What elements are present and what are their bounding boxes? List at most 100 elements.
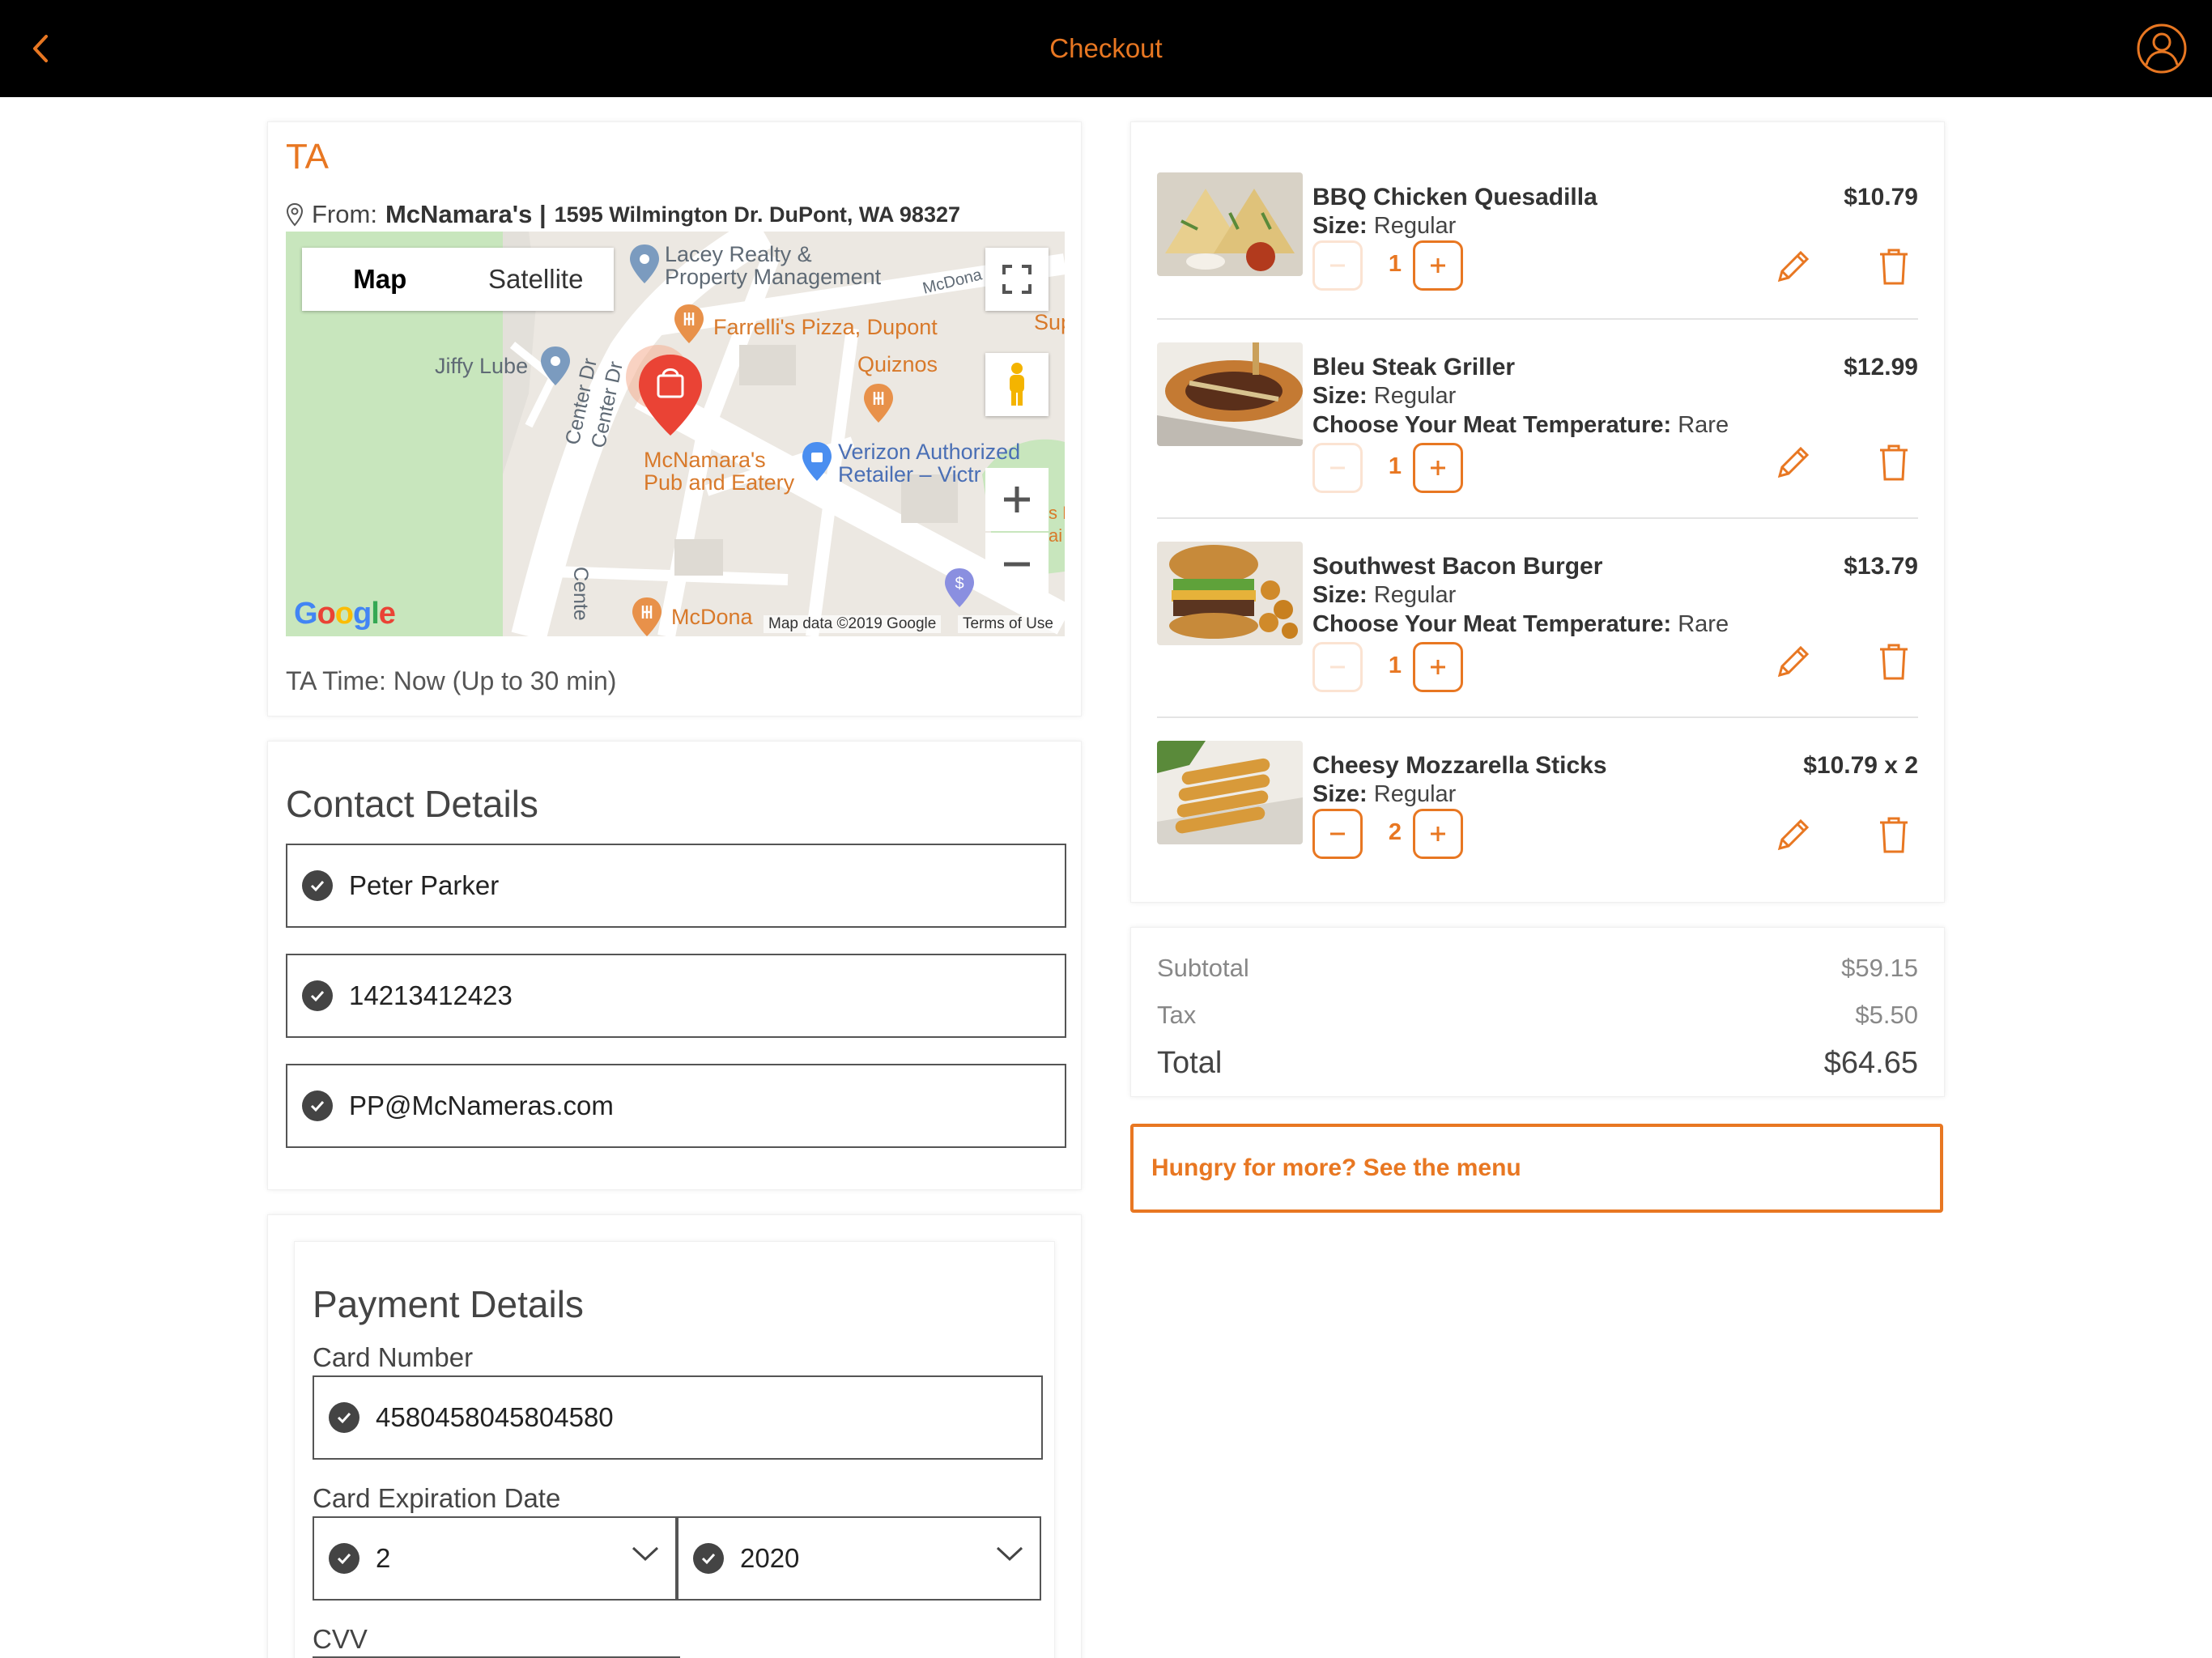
zoom-out-button[interactable]: [985, 533, 1049, 596]
item-image: [1157, 172, 1303, 276]
delete-item-button[interactable]: [1870, 438, 1918, 487]
map-terms-link[interactable]: Terms of Use: [958, 615, 1058, 633]
map-label-mcnamaras: McNamara's: [644, 448, 766, 472]
map-label-sf: s F: [1049, 503, 1065, 523]
map-type-toggle: Map Satellite: [302, 248, 614, 311]
item-name: Cheesy Mozzarella Sticks: [1312, 752, 1607, 779]
mcdonalds-pin-icon: [632, 597, 661, 636]
delete-item-button[interactable]: [1870, 242, 1918, 291]
name-value: Peter Parker: [349, 870, 500, 900]
edit-item-button[interactable]: [1769, 810, 1818, 859]
location-pin-icon: [286, 202, 304, 227]
item-image: [1157, 342, 1303, 446]
minus-icon: [1330, 264, 1345, 267]
edit-item-button[interactable]: [1769, 438, 1818, 487]
increase-qty-button[interactable]: [1413, 240, 1463, 291]
map-tab-map[interactable]: Map: [302, 248, 458, 311]
decrease-qty-button[interactable]: [1312, 240, 1363, 291]
payment-details-card: Payment Details Card Number 458045804580…: [267, 1214, 1082, 1658]
check-circle-icon: [302, 870, 333, 901]
decrease-qty-button[interactable]: [1312, 642, 1363, 692]
check-circle-icon: [693, 1543, 724, 1574]
increase-qty-button[interactable]: [1413, 642, 1463, 692]
realty-pin-icon: [630, 244, 659, 283]
chevron-down-icon: [632, 1546, 659, 1562]
map-label-farrellis: Farrelli's Pizza, Dupont: [713, 315, 938, 339]
email-field[interactable]: PP@McNameras.com: [286, 1064, 1066, 1148]
plus-icon: [1004, 487, 1030, 512]
check-circle-icon: [302, 980, 333, 1011]
item-size: Size: Regular: [1312, 213, 1457, 239]
location-map[interactable]: Map Satellite $ Lacey Realty & Property: [286, 232, 1065, 636]
fullscreen-icon: [1002, 265, 1032, 294]
map-data-credit: Map data ©2019 Google: [764, 615, 942, 633]
contact-details-card: Contact Details Peter Parker 14213412423…: [267, 741, 1082, 1190]
item-divider: [1157, 716, 1918, 718]
subtotal-value: $59.15: [1841, 954, 1918, 982]
item-qty: 1: [1388, 653, 1402, 678]
card-number-label: Card Number: [313, 1342, 474, 1372]
name-field[interactable]: Peter Parker: [286, 844, 1066, 928]
top-bar: Checkout: [0, 0, 2212, 97]
map-label-sup: Sup: [1034, 310, 1065, 334]
farrellis-pin-icon: [674, 304, 704, 343]
quiznos-pin-icon: [864, 384, 893, 423]
delete-item-button[interactable]: [1870, 637, 1918, 686]
item-meat-temperature: Choose Your Meat Temperature: Rare: [1312, 412, 1729, 438]
map-label-verizon-2: Retailer – Victr: [838, 462, 981, 487]
item-image: [1157, 542, 1303, 645]
item-price: $10.79: [1844, 184, 1918, 210]
check-circle-icon: [329, 1543, 359, 1574]
expiry-year-select[interactable]: 2020: [677, 1516, 1041, 1601]
decrease-qty-button[interactable]: [1312, 443, 1363, 493]
trash-icon: [1880, 249, 1908, 285]
tax-value: $5.50: [1855, 1001, 1918, 1029]
order-item: Southwest Bacon Burger Size: Regular Cho…: [1157, 542, 1918, 695]
pickup-location: From: McNamara's | 1595 Wilmington Dr. D…: [286, 200, 960, 229]
map-tab-satellite[interactable]: Satellite: [458, 248, 615, 311]
contact-details-title: Contact Details: [286, 783, 538, 825]
jiffy-lube-pin-icon: [541, 346, 570, 385]
item-divider: [1157, 517, 1918, 519]
map-label-lacey: Lacey Realty &: [665, 242, 812, 266]
email-value: PP@McNameras.com: [349, 1090, 614, 1120]
item-size: Size: Regular: [1312, 781, 1457, 807]
decrease-qty-button[interactable]: [1312, 809, 1363, 859]
map-label-ai: ai: [1049, 525, 1063, 546]
tax-label: Tax: [1157, 1001, 1197, 1029]
trash-icon: [1880, 444, 1908, 481]
edit-item-button[interactable]: [1769, 242, 1818, 291]
svg-text:$: $: [955, 575, 963, 593]
item-image: [1157, 741, 1303, 844]
order-item: Bleu Steak Griller Size: Regular Choose …: [1157, 342, 1918, 496]
item-size: Size: Regular: [1312, 582, 1457, 608]
minus-icon: [1330, 832, 1345, 835]
map-label-jiffy-lube: Jiffy Lube: [435, 354, 529, 378]
increase-qty-button[interactable]: [1413, 809, 1463, 859]
item-divider: [1157, 318, 1918, 320]
pickup-card: TA From: McNamara's | 1595 Wilmington Dr…: [267, 121, 1082, 716]
edit-item-button[interactable]: [1769, 637, 1818, 686]
item-meat-temperature: Choose Your Meat Temperature: Rare: [1312, 611, 1729, 637]
see-menu-button[interactable]: Hungry for more? See the menu: [1130, 1124, 1943, 1213]
map-label-lacey-2: Property Management: [665, 265, 882, 289]
delete-item-button[interactable]: [1870, 810, 1918, 859]
expiry-year-value: 2020: [740, 1543, 800, 1573]
zoom-in-button[interactable]: [985, 468, 1049, 531]
item-price: $10.79 x 2: [1803, 752, 1918, 779]
expiry-month-select[interactable]: 2: [313, 1516, 677, 1601]
plus-icon: [1431, 258, 1445, 273]
minus-icon: [1330, 466, 1345, 470]
increase-qty-button[interactable]: [1413, 443, 1463, 493]
pencil-icon: [1777, 250, 1810, 283]
map-label-mcnamaras-2: Pub and Eatery: [644, 470, 795, 495]
cvv-label: CVV: [313, 1624, 368, 1654]
expiry-label: Card Expiration Date: [313, 1483, 561, 1513]
profile-button[interactable]: [2136, 23, 2188, 74]
total-row: Total $64.65: [1157, 1046, 1918, 1081]
card-number-field[interactable]: 4580458045804580: [313, 1375, 1043, 1460]
phone-field[interactable]: 14213412423: [286, 954, 1066, 1038]
subtotal-label: Subtotal: [1157, 954, 1249, 982]
street-view-button[interactable]: [985, 353, 1049, 416]
fullscreen-button[interactable]: [985, 248, 1049, 311]
